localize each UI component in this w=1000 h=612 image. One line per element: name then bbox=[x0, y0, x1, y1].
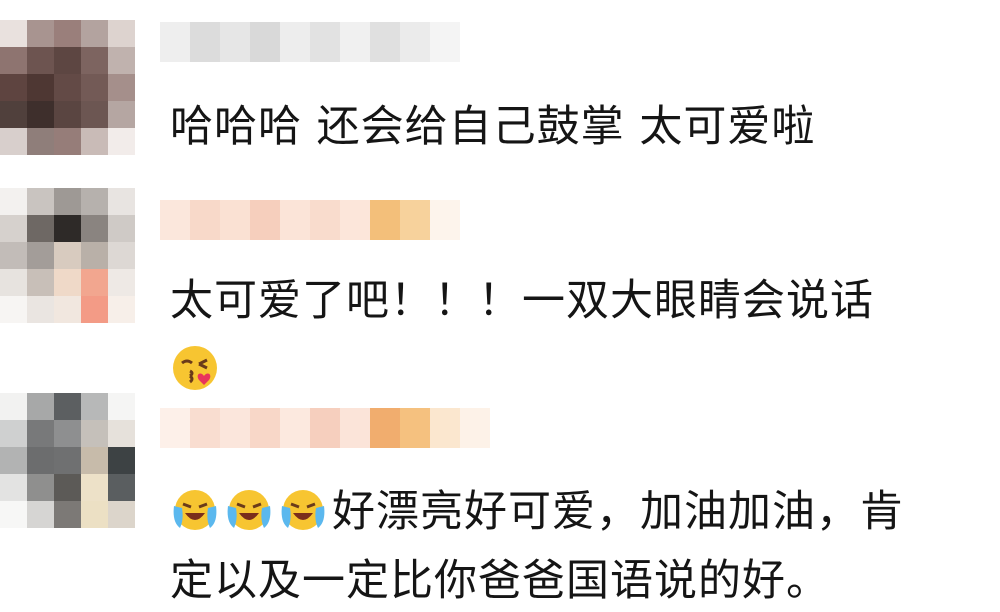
kiss-emoji-icon bbox=[170, 343, 220, 393]
avatar[interactable] bbox=[0, 20, 135, 155]
comment-text: 好漂亮好可爱，加油加油，肯 bbox=[170, 481, 904, 543]
comment-text: 定以及一定比你爸爸国语说的好。 bbox=[170, 550, 830, 612]
crying-laughing-emoji-icon bbox=[170, 484, 220, 534]
username-blurred[interactable] bbox=[160, 408, 490, 448]
comment-text: 哈哈哈 还会给自己鼓掌 太可爱啦 bbox=[170, 102, 816, 152]
comment-text: 太可爱了吧！！！一双大眼睛会说话 bbox=[170, 270, 874, 332]
avatar[interactable] bbox=[0, 188, 135, 323]
comment-text-line: 定以及一定比你爸爸国语说的好。 bbox=[170, 556, 830, 606]
username-blurred[interactable] bbox=[160, 200, 460, 240]
username-blurred[interactable] bbox=[160, 22, 460, 62]
comment-emoji-line bbox=[170, 340, 224, 402]
comment-text-line: 好漂亮好可爱，加油加油，肯 bbox=[332, 487, 904, 537]
crying-laughing-emoji-icon bbox=[224, 484, 274, 534]
crying-laughing-emoji-icon bbox=[278, 484, 328, 534]
avatar[interactable] bbox=[0, 393, 135, 528]
comment-text-line: 太可爱了吧！！！一双大眼睛会说话 bbox=[170, 276, 874, 326]
